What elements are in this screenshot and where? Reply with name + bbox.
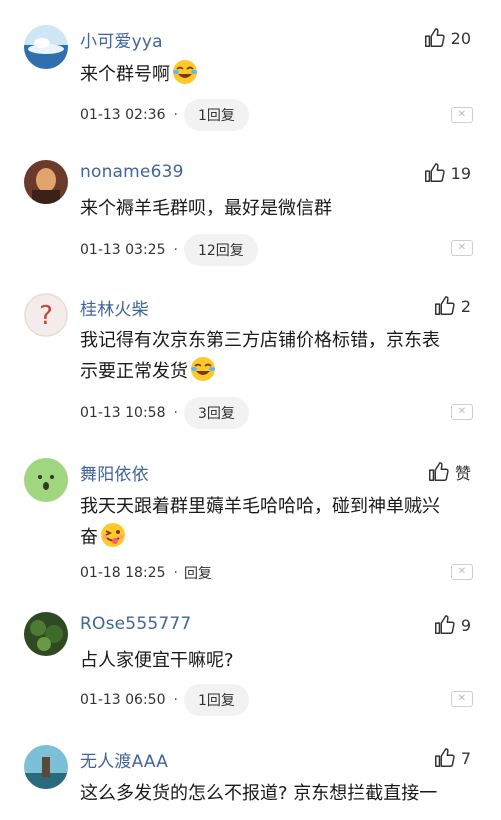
dismiss-icon[interactable]: ✕ [451, 691, 473, 707]
separator: · [173, 242, 178, 258]
like-label: 赞 [454, 464, 471, 483]
separator: · [173, 107, 178, 123]
avatar[interactable] [24, 25, 68, 69]
avatar[interactable] [24, 612, 68, 656]
avatar[interactable] [24, 458, 68, 502]
reply-count-button[interactable]: 1回复 [183, 99, 249, 131]
dismiss-icon[interactable]: ✕ [451, 564, 473, 580]
comment-text: 占人家便宜干嘛呢? [80, 650, 234, 671]
separator: · [173, 692, 178, 708]
timestamp: 01-13 03:25 [80, 242, 166, 258]
like-count: 19 [450, 163, 471, 183]
dismiss-icon[interactable]: ✕ [451, 404, 473, 420]
comment-text: 我天天跟着群里薅羊毛哈哈哈，碰到神单贼兴 奋 [80, 496, 440, 548]
like-button[interactable]: 20 [423, 27, 471, 49]
thumbs-up-icon [429, 462, 449, 481]
reply-count-button[interactable]: 1回复 [183, 684, 249, 716]
username[interactable]: 小可爱yya [80, 27, 163, 52]
like-count: 9 [460, 615, 471, 635]
like-button[interactable]: 19 [423, 162, 471, 184]
separator: · [173, 565, 178, 581]
comment-text: 来个褥羊毛群呗，最好是微信群 [80, 198, 332, 219]
dismiss-icon[interactable]: ✕ [451, 240, 473, 256]
like-count: 20 [450, 28, 471, 48]
laugh-cry-emoji-icon [191, 357, 215, 381]
separator: · [173, 405, 178, 421]
comment-text: 我记得有次京东第三方店铺价格标错，京东表 示要正常发货 [80, 330, 440, 382]
dismiss-icon[interactable]: ✕ [451, 107, 473, 123]
thumbs-up-icon [434, 615, 455, 634]
avatar[interactable]: ? [24, 293, 68, 337]
comment-text: 这么多发货的怎么不报道? 京东想拦截直接一 [80, 783, 438, 804]
comment-meta: 01-13 10:58 · 3回复 [80, 397, 249, 429]
thumbs-up-icon [434, 748, 455, 767]
username[interactable]: noname639 [80, 162, 184, 182]
svg-text:?: ? [39, 301, 53, 331]
thumbs-up-icon [424, 163, 445, 182]
avatar[interactable] [24, 745, 68, 789]
wink-tongue-emoji-icon [101, 523, 125, 547]
username[interactable]: 舞阳依依 [80, 460, 149, 485]
like-button[interactable]: 赞 [427, 460, 471, 484]
avatar[interactable] [24, 160, 68, 204]
thumbs-up-icon [434, 296, 455, 315]
reply-count-button[interactable]: 3回复 [183, 397, 249, 429]
comment-meta: 01-13 06:50 · 1回复 [80, 684, 249, 716]
laugh-cry-emoji-icon [173, 60, 197, 84]
username[interactable]: 无人渡AAA [80, 747, 168, 772]
timestamp: 01-13 10:58 [80, 405, 166, 421]
comment-text: 来个群号啊 [80, 59, 473, 90]
username[interactable]: ROse555777 [80, 614, 191, 634]
like-button[interactable]: 2 [433, 295, 471, 317]
like-button[interactable]: 7 [433, 747, 471, 769]
like-count: 2 [460, 296, 471, 316]
comment-meta: 01-13 02:36 · 1回复 [80, 99, 249, 131]
like-count: 7 [460, 748, 471, 768]
like-button[interactable]: 9 [433, 614, 471, 636]
reply-button[interactable]: 回复 [184, 563, 212, 583]
reply-count-button[interactable]: 12回复 [183, 234, 258, 266]
timestamp: 01-13 06:50 [80, 692, 166, 708]
comment-meta: 01-13 03:25 · 12回复 [80, 234, 258, 266]
thumbs-up-icon [424, 28, 445, 47]
timestamp: 01-13 02:36 [80, 107, 166, 123]
timestamp: 01-18 18:25 [80, 565, 166, 581]
username[interactable]: 桂林火柴 [80, 295, 149, 320]
comment-meta: 01-18 18:25 · 回复 [80, 563, 212, 583]
